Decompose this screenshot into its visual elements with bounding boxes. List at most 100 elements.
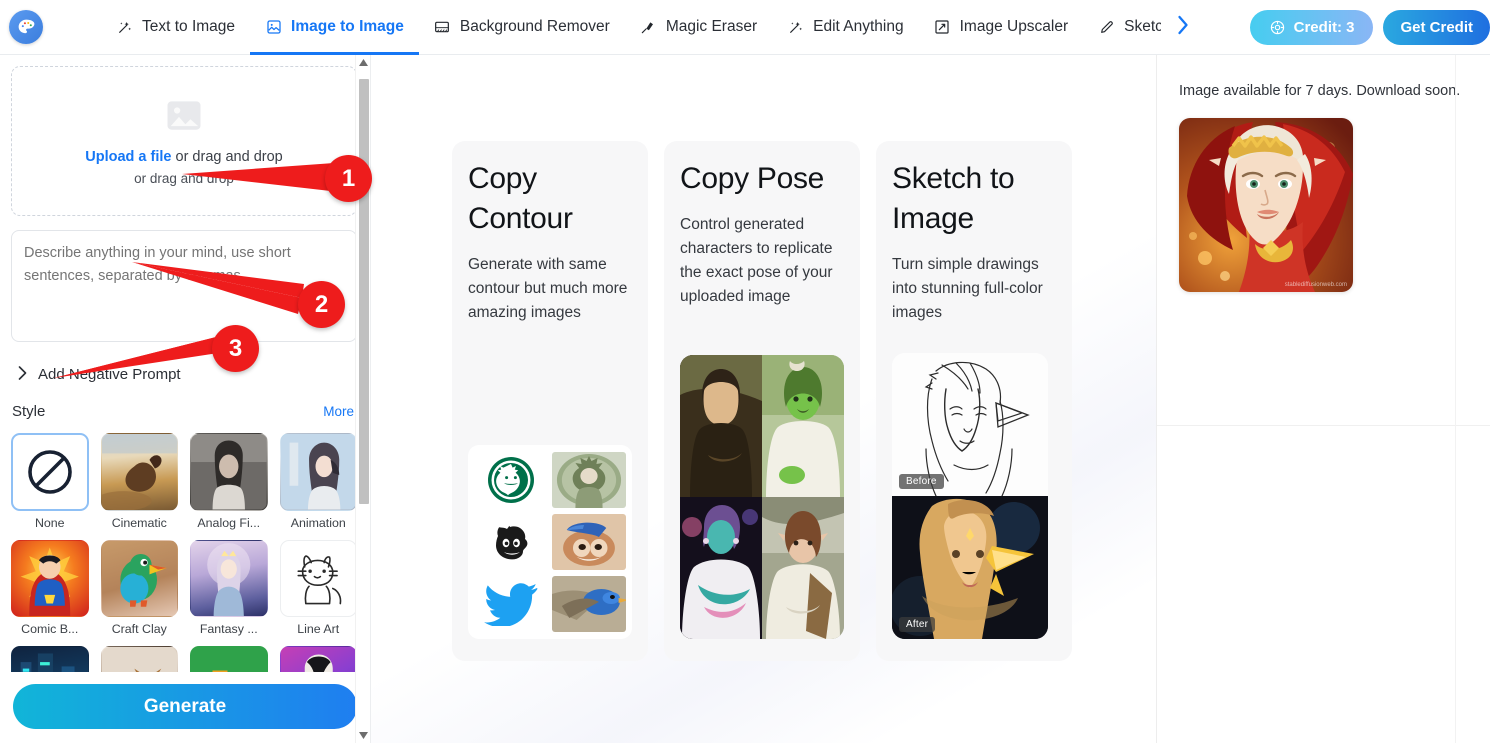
pixel-art-thumb — [190, 646, 268, 672]
generate-area: Generate — [0, 672, 370, 743]
before-after-preview: Before After — [892, 353, 1048, 639]
style-label: Craft Clay — [111, 622, 167, 636]
annotation-badge-3: 3 — [212, 325, 259, 372]
style-label: Comic B... — [21, 622, 79, 636]
mona-lisa-thumb — [680, 355, 762, 497]
style-label: Analog Fi... — [197, 515, 261, 530]
twitter-logo-icon — [474, 576, 548, 632]
card-sketch-to-image[interactable]: Sketch to Image Turn simple drawings int… — [876, 141, 1072, 661]
tab-text-to-image[interactable]: Text to Image — [101, 0, 250, 55]
panel-edge-line — [1455, 55, 1456, 743]
card-art — [468, 425, 632, 639]
magic-wand-icon — [116, 19, 133, 36]
background-remove-icon — [434, 19, 451, 36]
style-item-fantasy-art[interactable]: Fantasy ... — [190, 539, 268, 636]
pose-grid — [680, 355, 844, 639]
style-item-none[interactable]: None — [11, 433, 89, 530]
feature-cards: Copy Contour Generate with same contour … — [371, 55, 1156, 661]
panel-divider — [1157, 425, 1490, 426]
sketch-after-image: After — [892, 496, 1048, 639]
style-item-digital-art[interactable] — [279, 646, 357, 672]
tab-label: Edit Anything — [813, 18, 904, 35]
card-copy-contour[interactable]: Copy Contour Generate with same contour … — [452, 141, 648, 661]
generated-elf-portrait[interactable]: stablediffusionweb.com — [1179, 118, 1353, 292]
app-logo[interactable] — [9, 10, 43, 44]
after-label: After — [899, 617, 936, 632]
credit-label: Credit: 3 — [1293, 18, 1355, 36]
style-label: Style — [12, 403, 46, 420]
tab-label: Magic Eraser — [665, 18, 758, 35]
scroll-up-arrow[interactable] — [356, 55, 370, 70]
get-credit-button[interactable]: Get Credit — [1383, 9, 1490, 45]
card-description: Control generated characters to replicat… — [680, 215, 833, 305]
style-item-analog-film[interactable]: Analog Fi... — [190, 433, 268, 530]
tab-edit-anything[interactable]: Edit Anything — [772, 0, 918, 55]
scroll-down-arrow[interactable] — [356, 728, 370, 743]
style-section: Style More — [11, 403, 357, 420]
mailchimp-generated-thumb — [552, 514, 626, 570]
tab-label: Background Remover — [459, 18, 610, 35]
expand-arrow-icon — [934, 19, 951, 36]
contour-logo-grid — [468, 445, 632, 639]
right-result-panel: Image available for 7 days. Download soo… — [1156, 55, 1490, 743]
tab-sketch[interactable]: Sketch — [1083, 0, 1161, 55]
nav-next-arrow[interactable] — [1161, 15, 1202, 39]
tab-label: Text to Image — [142, 18, 236, 35]
palette-icon — [18, 19, 34, 33]
craft-clay-thumb — [100, 539, 178, 617]
line-art-thumb — [279, 539, 357, 617]
style-item-animation[interactable]: Animation — [279, 433, 357, 530]
image-watermark: stablediffusionweb.com — [1284, 282, 1347, 288]
no-style-icon — [11, 433, 89, 511]
app-root: Text to Image Image to Image Background … — [0, 0, 1490, 743]
card-copy-pose[interactable]: Copy Pose Control generated characters t… — [664, 141, 860, 661]
style-item-photographic[interactable] — [100, 646, 178, 672]
availability-notice: Image available for 7 days. Download soo… — [1179, 83, 1461, 99]
image-placeholder-icon — [167, 100, 201, 130]
style-item-neon-punk[interactable] — [11, 646, 89, 672]
tab-image-to-image[interactable]: Image to Image — [250, 0, 419, 55]
tab-background-remover[interactable]: Background Remover — [419, 0, 625, 55]
tab-label: Sketch — [1124, 18, 1162, 35]
upload-rest: or drag and drop — [171, 148, 283, 165]
style-item-cinematic[interactable]: Cinematic — [100, 433, 178, 530]
style-item-line-art[interactable]: Line Art — [279, 539, 357, 636]
style-label: Fantasy ... — [199, 622, 258, 636]
neon-punk-thumb — [11, 646, 89, 672]
style-more-link[interactable]: More — [323, 404, 354, 419]
style-item-comic-book[interactable]: Comic B... — [11, 539, 89, 636]
caret-down-icon — [358, 732, 368, 739]
style-item-pixel-art[interactable] — [190, 646, 268, 672]
tab-image-upscaler[interactable]: Image Upscaler — [919, 0, 1084, 55]
generate-button[interactable]: Generate — [13, 684, 357, 729]
style-grid: None Cinematic Analog Fi... Animation Co… — [11, 433, 357, 672]
upload-secondary-text: or drag and drop — [134, 170, 234, 186]
pencil-icon — [1098, 19, 1115, 36]
upload-dropzone[interactable]: Upload a file or drag and drop or drag a… — [11, 66, 357, 216]
top-header: Text to Image Image to Image Background … — [0, 0, 1490, 55]
upload-primary-text: Upload a file or drag and drop — [85, 149, 282, 165]
starbucks-logo-icon — [474, 452, 548, 508]
tab-label: Image Upscaler — [959, 18, 1069, 35]
starbucks-generated-thumb — [552, 452, 626, 508]
magic-wand-icon — [787, 19, 804, 36]
sketch-before-image: Before — [892, 353, 1048, 497]
cinematic-thumb — [100, 433, 178, 511]
card-art — [680, 335, 844, 639]
body-container: Upload a file or drag and drop or drag a… — [0, 55, 1490, 743]
annotation-badge-1: 1 — [325, 155, 372, 202]
tab-label: Image to Image — [291, 18, 404, 35]
style-item-craft-clay[interactable]: Craft Clay — [100, 539, 178, 636]
scrollbar-thumb[interactable] — [359, 79, 369, 504]
comic-book-thumb — [11, 539, 89, 617]
card-description: Generate with same contour but much more… — [468, 255, 628, 321]
main-content: Copy Contour Generate with same contour … — [371, 55, 1156, 743]
negative-prompt-toggle[interactable]: Add Negative Prompt — [11, 366, 357, 383]
tab-magic-eraser[interactable]: Magic Eraser — [625, 0, 772, 55]
upload-link[interactable]: Upload a file — [85, 149, 171, 165]
annotation-badge-2: 2 — [298, 281, 345, 328]
credit-badge[interactable]: Credit: 3 — [1249, 9, 1374, 45]
elf-woman-thumb — [762, 497, 844, 639]
card-description: Turn simple drawings into stunning full-… — [892, 255, 1043, 321]
style-label: Cinematic — [111, 515, 167, 530]
